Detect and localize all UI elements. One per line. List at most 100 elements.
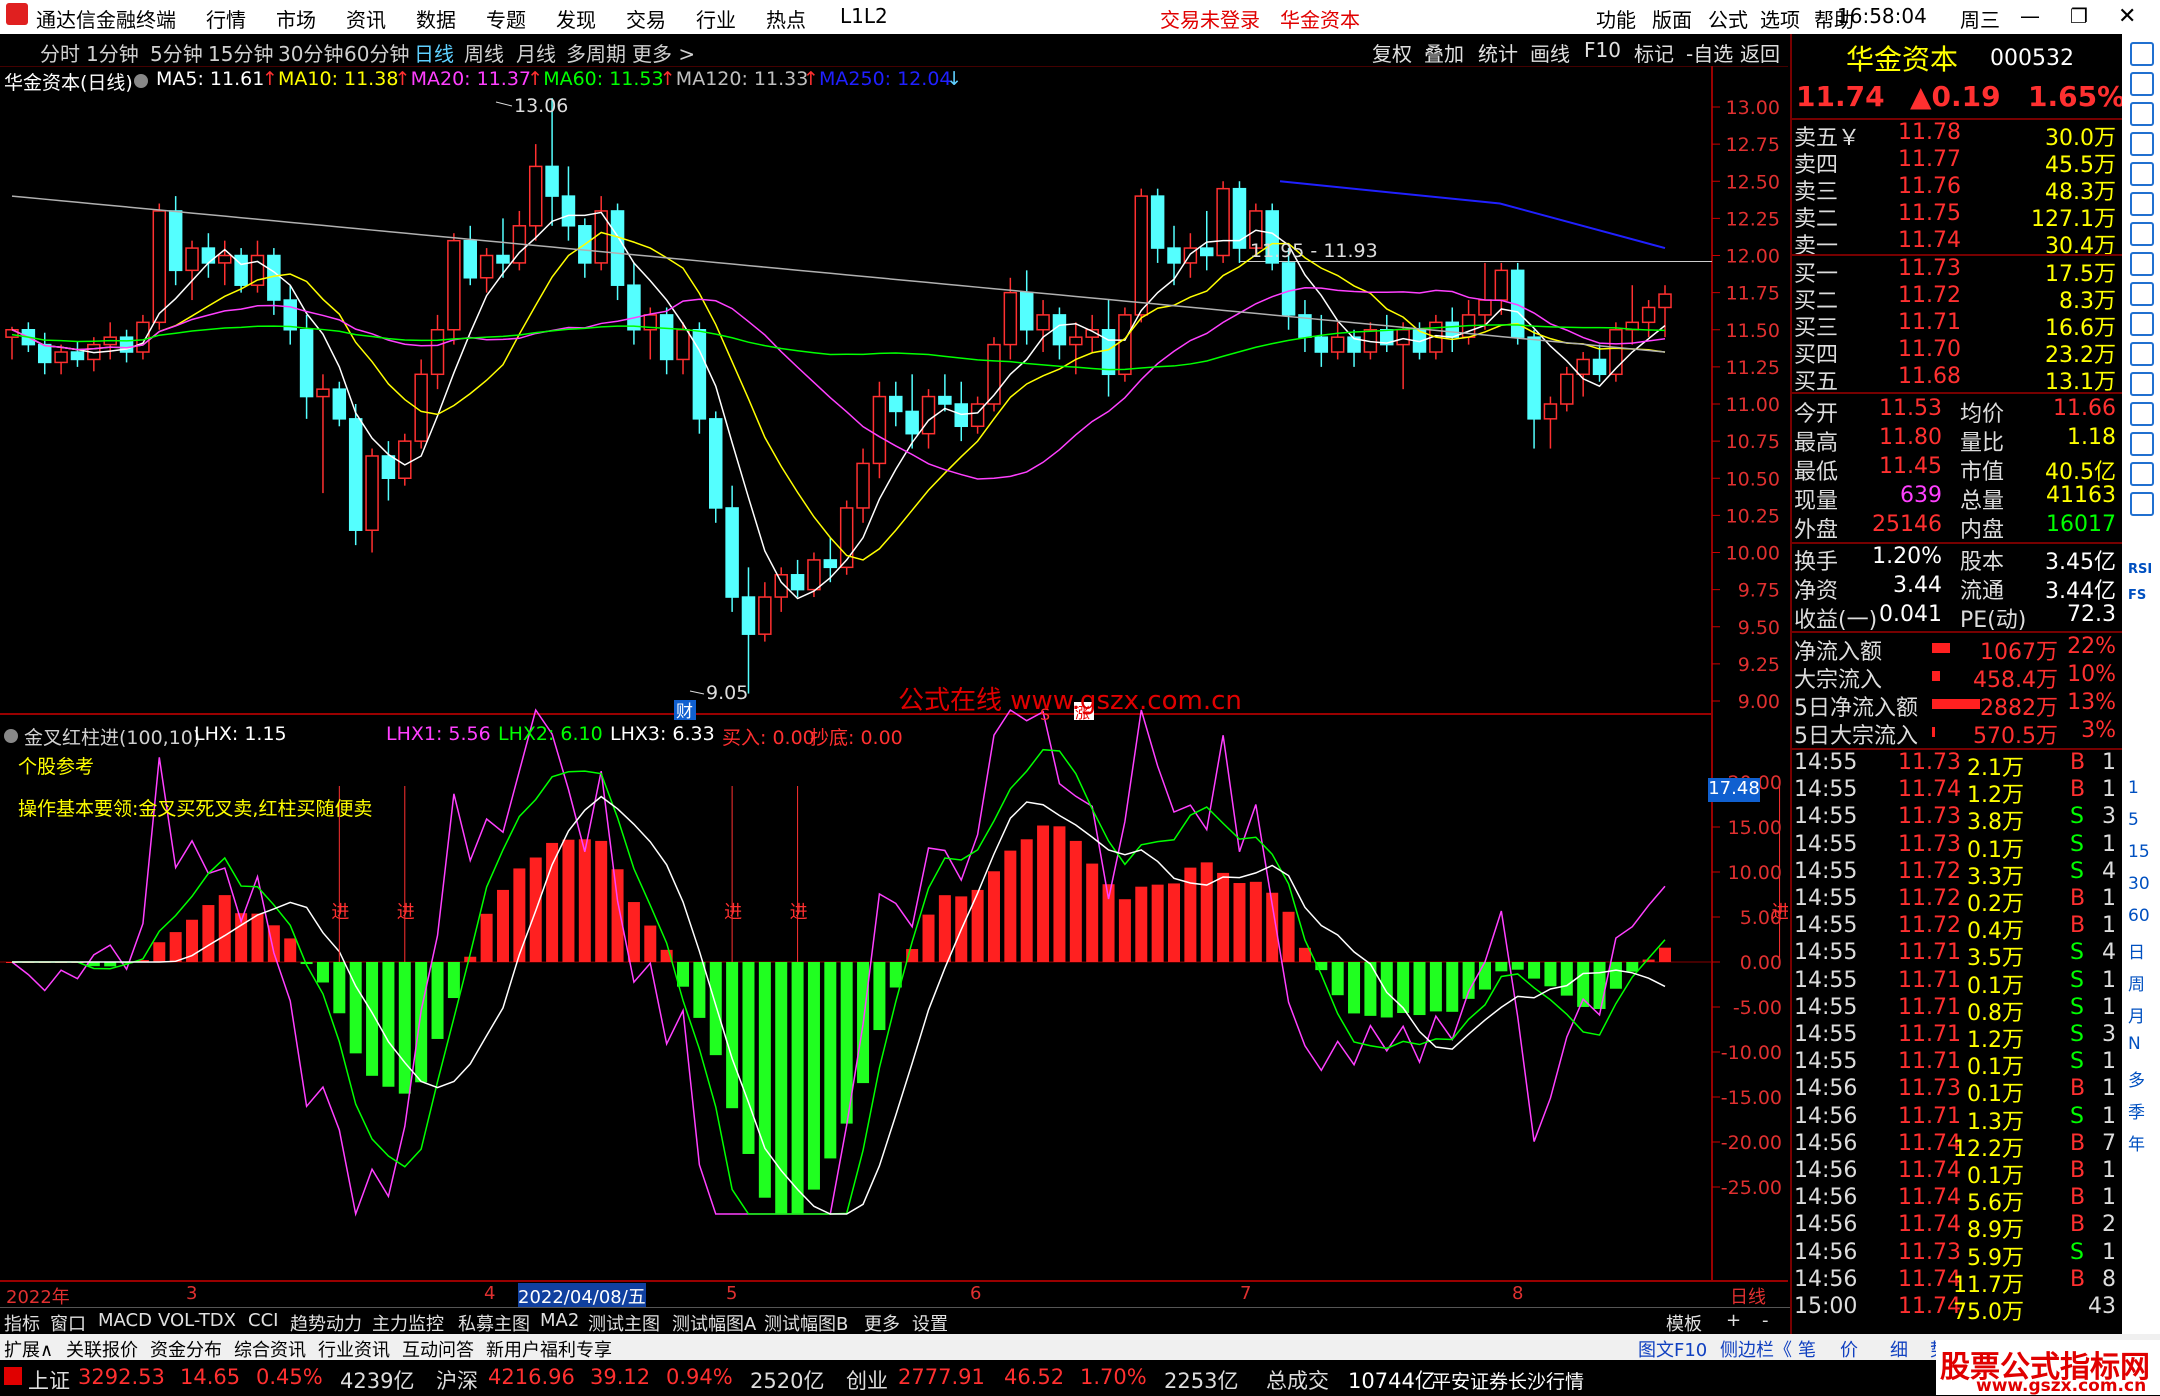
period-1[interactable]: 1分钟: [86, 38, 139, 67]
tab-1[interactable]: 关联报价: [66, 1336, 138, 1362]
candle-body[interactable]: [528, 165, 543, 227]
ask-price[interactable]: 11.76: [1898, 174, 1961, 199]
tab-2[interactable]: -: [1762, 1310, 1769, 1331]
candle-body[interactable]: [1199, 247, 1214, 257]
tab-11[interactable]: 测试幅图B: [764, 1310, 848, 1336]
tab-2[interactable]: MACD: [98, 1310, 152, 1331]
candle-body[interactable]: [299, 329, 314, 398]
candle-body[interactable]: [1167, 247, 1181, 264]
close-icon[interactable]: ✕: [2118, 4, 2136, 29]
side-tool-icon[interactable]: [2130, 162, 2154, 186]
side-tool-icon[interactable]: [2130, 42, 2154, 66]
period-10[interactable]: 更多 >: [632, 38, 695, 67]
candle-body[interactable]: [1118, 314, 1132, 376]
candle-body[interactable]: [741, 596, 756, 635]
menu-item[interactable]: 资讯: [346, 4, 386, 33]
candle-body[interactable]: [1036, 314, 1050, 331]
candle-body[interactable]: [938, 395, 952, 405]
menu-item[interactable]: 市场: [276, 4, 316, 33]
candle-body[interactable]: [905, 410, 919, 435]
tab-3[interactable]: 价: [1840, 1336, 1858, 1362]
side-period-0[interactable]: 1: [2128, 778, 2139, 798]
side-tool-extra[interactable]: FS: [2128, 588, 2146, 603]
tab-4[interactable]: 细: [1890, 1336, 1908, 1362]
candle-body[interactable]: [447, 239, 461, 331]
side-period-7[interactable]: 月: [2128, 1002, 2145, 1027]
tab-6[interactable]: 主力监控: [372, 1310, 444, 1336]
period-7[interactable]: 周线: [464, 38, 504, 67]
candle-body[interactable]: [610, 210, 625, 286]
tab-1[interactable]: 窗口: [50, 1310, 86, 1336]
candle-body[interactable]: [725, 507, 739, 598]
tab-12[interactable]: 更多: [864, 1310, 900, 1336]
candle-body[interactable]: [1150, 195, 1165, 249]
tab-5[interactable]: 趋势动力: [290, 1310, 362, 1336]
candle-body[interactable]: [659, 314, 674, 361]
side-tool-icon[interactable]: [2130, 342, 2154, 366]
toolbar-button[interactable]: 叠加: [1424, 38, 1464, 67]
broker-label[interactable]: 平安证券长沙行情: [1432, 1367, 1584, 1394]
tab-2[interactable]: 资金分布: [150, 1336, 222, 1362]
toolbar-button[interactable]: 标记: [1634, 38, 1674, 67]
candle-body[interactable]: [545, 165, 559, 197]
candle-body[interactable]: [381, 455, 396, 480]
side-tool-icon[interactable]: [2130, 222, 2154, 246]
candle-body[interactable]: [872, 395, 887, 465]
candle-body[interactable]: [185, 247, 199, 272]
bid-price[interactable]: 11.71: [1898, 310, 1961, 335]
candle-body[interactable]: [283, 299, 297, 331]
candle-body[interactable]: [790, 574, 805, 591]
hs-label[interactable]: 沪深: [436, 1365, 478, 1395]
tab-2[interactable]: 笔: [1798, 1336, 1816, 1362]
side-tool-icon[interactable]: [2130, 312, 2154, 336]
side-period-10[interactable]: 季: [2128, 1098, 2145, 1123]
side-tool-icon[interactable]: [2130, 132, 2154, 156]
side-tool-icon[interactable]: [2130, 432, 2154, 456]
toolbar-button[interactable]: 画线: [1530, 38, 1570, 67]
tab-7[interactable]: 私募主图: [458, 1310, 530, 1336]
right-menu-item[interactable]: 版面: [1652, 4, 1692, 33]
side-period-8[interactable]: N: [2128, 1034, 2141, 1054]
ask-price[interactable]: 11.74: [1898, 228, 1961, 253]
candle-body[interactable]: [332, 388, 347, 420]
candle-body[interactable]: [316, 388, 330, 398]
candle-body[interactable]: [1019, 291, 1034, 331]
period-4[interactable]: 30分钟: [278, 38, 343, 67]
side-period-3[interactable]: 30: [2128, 874, 2150, 894]
restore-icon[interactable]: ❐: [2070, 4, 2088, 28]
candle-body[interactable]: [430, 329, 445, 376]
candle-body[interactable]: [889, 395, 903, 413]
bid-price[interactable]: 11.70: [1898, 337, 1961, 362]
period-3[interactable]: 15分钟: [208, 38, 273, 67]
tab-10[interactable]: 测试幅图A: [672, 1310, 756, 1336]
tab-0[interactable]: 图文F10: [1638, 1336, 1707, 1362]
menu-item[interactable]: 交易: [626, 4, 666, 33]
minimize-icon[interactable]: —: [2020, 4, 2040, 28]
toolbar-button[interactable]: F10: [1584, 38, 1621, 62]
period-6[interactable]: 日线: [414, 38, 454, 67]
tab-5[interactable]: 互动问答: [402, 1336, 474, 1362]
menu-item[interactable]: 行业: [696, 4, 736, 33]
candle-body[interactable]: [921, 395, 936, 435]
side-tool-extra[interactable]: RSI: [2128, 562, 2152, 577]
indicator-settings-icon[interactable]: [4, 729, 18, 743]
tab-0[interactable]: 指标: [4, 1310, 40, 1336]
side-tool-icon[interactable]: [2130, 282, 2154, 306]
toolbar-button[interactable]: 返回: [1740, 38, 1780, 67]
candle-body[interactable]: [463, 239, 478, 279]
tab-13[interactable]: 设置: [912, 1310, 948, 1336]
side-period-6[interactable]: 周: [2128, 970, 2145, 995]
candle-body[interactable]: [1216, 187, 1230, 257]
candle-body[interactable]: [1543, 403, 1558, 420]
tab-6[interactable]: 新用户福利专享: [486, 1336, 612, 1362]
bid-price[interactable]: 11.72: [1898, 283, 1961, 308]
candle-body[interactable]: [168, 210, 183, 272]
side-tool-icon[interactable]: [2130, 492, 2154, 516]
candle-body[interactable]: [152, 210, 167, 324]
tab-4[interactable]: 行业资讯: [318, 1336, 390, 1362]
candle-body[interactable]: [54, 351, 68, 364]
candle-body[interactable]: [218, 254, 232, 264]
side-tool-icon[interactable]: [2130, 252, 2154, 276]
tab-0[interactable]: 扩展∧: [4, 1336, 53, 1362]
side-tool-icon[interactable]: [2130, 102, 2154, 126]
